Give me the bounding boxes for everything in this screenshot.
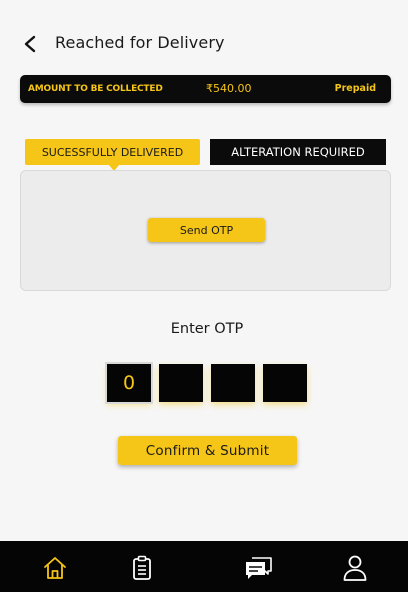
chat-icon — [246, 557, 272, 579]
page-title: Reached for Delivery — [55, 33, 225, 52]
otp-digit-2[interactable] — [159, 364, 203, 402]
tab-label: ALTERATION REQUIRED — [231, 145, 365, 159]
enter-otp-label: Enter OTP — [170, 321, 244, 337]
send-otp-button[interactable]: Send OTP — [148, 218, 265, 242]
amount-value: ₹540.00 — [206, 82, 252, 95]
header: Reached for Delivery — [0, 26, 408, 62]
bottom-nav — [0, 541, 408, 592]
otp-digit-3[interactable] — [211, 364, 255, 402]
home-icon — [44, 557, 66, 579]
tab-alteration-required[interactable]: ALTERATION REQUIRED — [210, 139, 386, 165]
otp-panel: Send OTP — [20, 170, 391, 291]
otp-digit-1[interactable]: 0 — [107, 364, 151, 402]
nav-messages[interactable] — [244, 553, 274, 583]
clipboard-icon — [133, 555, 151, 580]
tab-label: SUCESSFULLY DELIVERED — [41, 145, 184, 159]
amount-label: AMOUNT TO BE COLLECTED — [28, 84, 163, 94]
nav-orders[interactable] — [127, 553, 157, 583]
user-icon — [343, 555, 367, 581]
amount-to-collect-bar: AMOUNT TO BE COLLECTED ₹540.00 Prepaid — [20, 75, 391, 103]
confirm-submit-button[interactable]: Confirm & Submit — [118, 436, 297, 465]
otp-digit-4[interactable] — [263, 364, 307, 402]
back-button[interactable] — [18, 32, 42, 56]
nav-home[interactable] — [40, 553, 70, 583]
nav-profile[interactable] — [340, 553, 370, 583]
chevron-left-icon — [24, 35, 36, 53]
payment-type-badge: Prepaid — [334, 83, 376, 94]
tab-successfully-delivered[interactable]: SUCESSFULLY DELIVERED — [25, 139, 200, 171]
